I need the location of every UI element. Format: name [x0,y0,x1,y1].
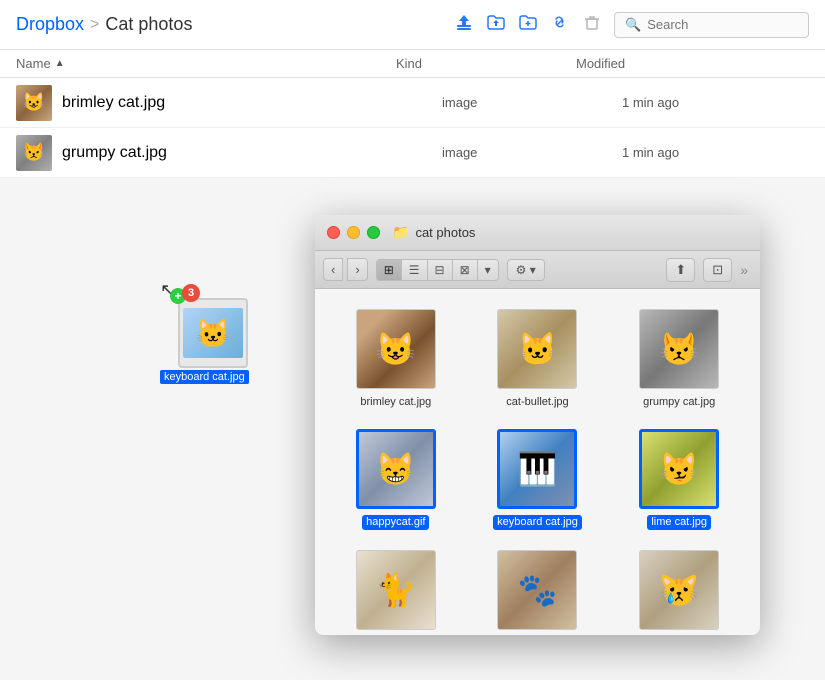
finder-item[interactable]: 🎹 keyboard cat.jpg [467,419,609,539]
upload-icon[interactable] [454,12,474,37]
finder-item[interactable]: 😿 serious_cat.jpg [608,540,750,635]
view-button-group: ⊞ ☰ ⊟ ⊠ ▾ [376,259,499,281]
finder-item[interactable]: 😸 happycat.gif [325,419,467,539]
breadcrumb-dropbox[interactable]: Dropbox [16,14,84,35]
more-button[interactable]: » [736,262,752,278]
cover-flow-button[interactable]: ⊠ [453,260,478,280]
item-thumbnail: 🐱 [497,309,577,389]
new-folder-icon[interactable] [518,12,538,37]
breadcrumb-separator: > [90,16,99,34]
forward-button[interactable]: › [347,258,367,281]
table-row[interactable]: 😾 grumpy cat.jpg image 1 min ago [0,128,825,178]
item-label: happycat.gif [362,515,429,529]
col-modified-header[interactable]: Modified [576,56,809,71]
finder-window: 📁 cat photos ‹ › ⊞ ☰ ⊟ ⊠ ▾ ⚙ ▾ ⬆ ⊡ » 😺 b… [315,215,760,635]
table-row[interactable]: 😺 brimley cat.jpg image 1 min ago [0,78,825,128]
file-modified: 1 min ago [622,145,809,160]
item-thumbnail: 😾 [639,309,719,389]
back-button[interactable]: ‹ [323,258,343,281]
close-button[interactable] [327,226,340,239]
action-button[interactable]: ⚙ ▾ [507,259,545,281]
item-thumbnail: 😿 [639,550,719,630]
file-thumbnail: 😺 [16,85,52,121]
finder-toolbar: ‹ › ⊞ ☰ ⊟ ⊠ ▾ ⚙ ▾ ⬆ ⊡ » [315,251,760,289]
finder-item[interactable]: 🐾 Maru.jpg [467,540,609,635]
link-icon[interactable] [550,12,570,37]
item-label: cat-bullet.jpg [506,395,568,409]
breadcrumb-current: Cat photos [105,14,192,35]
search-input[interactable] [647,17,798,32]
trash-icon[interactable] [582,12,602,37]
item-label: brimley cat.jpg [360,395,431,409]
file-kind: image [442,145,622,160]
traffic-lights [327,226,380,239]
file-thumbnail: 😾 [16,135,52,171]
drag-file-preview: 🐱 [178,298,248,368]
item-label: keyboard cat.jpg [493,515,582,529]
resize-button[interactable]: ⊡ [703,258,732,282]
finder-content: 😺 brimley cat.jpg 🐱 cat-bullet.jpg 😾 gru… [315,289,760,635]
drag-file-inner: 🐱 [183,308,243,358]
item-thumbnail: 😼 [639,429,719,509]
item-thumbnail: 🐾 [497,550,577,630]
view-options-button[interactable]: ▾ [478,260,498,280]
search-icon: 🔍 [625,17,641,33]
breadcrumb: Dropbox > Cat photos [16,14,454,35]
toolbar-icons [454,12,602,37]
col-name-header[interactable]: Name ▲ [16,56,396,71]
finder-item[interactable]: 😺 brimley cat.jpg [325,299,467,419]
folder-icon: 📁 [392,224,409,241]
finder-item[interactable]: 😾 grumpy cat.jpg [608,299,750,419]
share-button[interactable]: ⬆ [666,258,695,282]
minimize-button[interactable] [347,226,360,239]
finder-item[interactable]: 🐈 longcat.jpg [325,540,467,635]
file-name: brimley cat.jpg [62,94,442,112]
item-thumbnail: 🎹 [497,429,577,509]
drag-count-badge: 3 [182,284,200,302]
finder-title: cat photos [415,225,475,240]
item-thumbnail: 😸 [356,429,436,509]
name-col-label: Name [16,56,51,71]
finder-item[interactable]: 😼 lime cat.jpg [608,419,750,539]
list-view-button[interactable]: ☰ [402,260,428,280]
col-kind-header[interactable]: Kind [396,56,576,71]
sort-arrow: ▲ [55,58,65,69]
icon-view-button[interactable]: ⊞ [377,260,402,280]
table-header: Name ▲ Kind Modified [0,50,825,78]
item-label: grumpy cat.jpg [643,395,715,409]
file-name: grumpy cat.jpg [62,144,442,162]
item-label: lime cat.jpg [647,515,711,529]
dropbox-panel: Dropbox > Cat photos 🔍 [0,0,825,178]
maximize-button[interactable] [367,226,380,239]
file-modified: 1 min ago [622,95,809,110]
item-thumbnail: 🐈 [356,550,436,630]
dropbox-header: Dropbox > Cat photos 🔍 [0,0,825,50]
finder-titlebar: 📁 cat photos [315,215,760,251]
file-kind: image [442,95,622,110]
column-view-button[interactable]: ⊟ [428,260,453,280]
folder-upload-icon[interactable] [486,12,506,37]
item-thumbnail: 😺 [356,309,436,389]
drag-label: keyboard cat.jpg [160,370,249,384]
search-box[interactable]: 🔍 [614,12,809,38]
finder-item[interactable]: 🐱 cat-bullet.jpg [467,299,609,419]
